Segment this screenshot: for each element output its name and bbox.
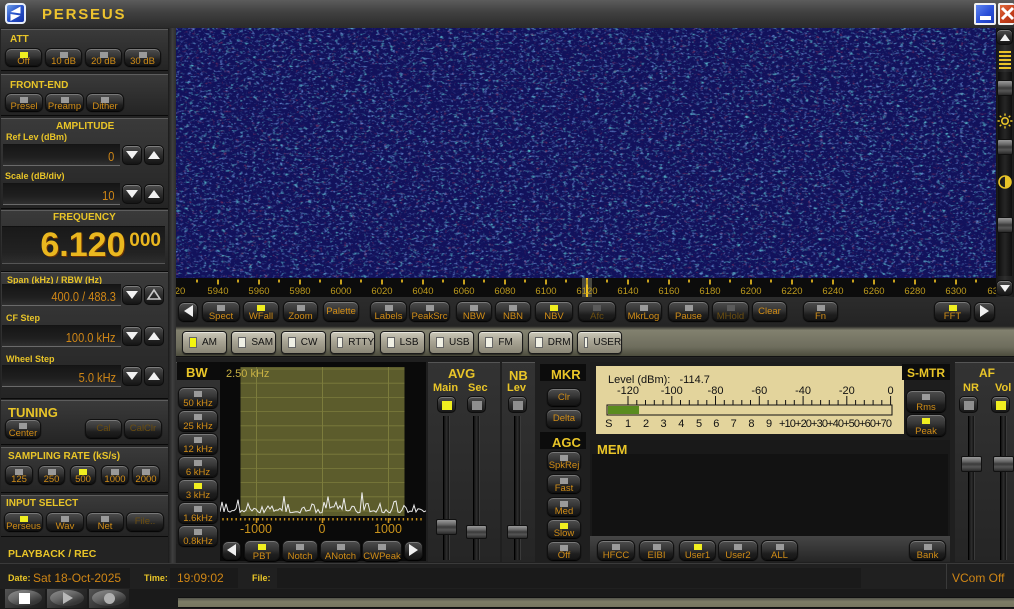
svg-text:-60: -60	[751, 385, 767, 397]
svg-text:6020: 6020	[371, 286, 392, 297]
svg-text:1000: 1000	[374, 522, 402, 536]
svg-text:-100: -100	[661, 385, 683, 397]
svg-text:6060: 6060	[453, 286, 474, 297]
svg-text:0: 0	[319, 522, 326, 536]
svg-text:6120: 6120	[576, 286, 597, 297]
svg-text:1: 1	[625, 418, 631, 430]
svg-text:5980: 5980	[289, 286, 310, 297]
svg-text:20: 20	[176, 286, 185, 297]
svg-text:5: 5	[696, 418, 702, 430]
svg-text:+10+20+30+40+50+60+70: +10+20+30+40+50+60+70	[779, 418, 892, 430]
svg-text:4: 4	[678, 418, 684, 430]
svg-text:2: 2	[643, 418, 649, 430]
svg-text:S: S	[605, 418, 612, 430]
svg-text:6260: 6260	[863, 286, 884, 297]
svg-text:2.50 kHz: 2.50 kHz	[226, 368, 269, 380]
svg-text:5960: 5960	[248, 286, 269, 297]
svg-text:6080: 6080	[494, 286, 515, 297]
svg-text:6300: 6300	[945, 286, 966, 297]
svg-text:-40: -40	[795, 385, 811, 397]
svg-text:6200: 6200	[740, 286, 761, 297]
svg-text:3: 3	[661, 418, 667, 430]
svg-text:6320: 6320	[987, 286, 996, 297]
svg-text:0: 0	[888, 385, 894, 397]
svg-text:6180: 6180	[699, 286, 720, 297]
svg-text:6040: 6040	[412, 286, 433, 297]
svg-text:6240: 6240	[822, 286, 843, 297]
svg-text:5940: 5940	[207, 286, 228, 297]
svg-text:-20: -20	[839, 385, 855, 397]
svg-text:7: 7	[731, 418, 737, 430]
svg-text:8: 8	[748, 418, 754, 430]
svg-text:6160: 6160	[658, 286, 679, 297]
svg-text:-80: -80	[708, 385, 724, 397]
svg-text:6220: 6220	[781, 286, 802, 297]
svg-text:-1000: -1000	[240, 522, 272, 536]
svg-text:6000: 6000	[330, 286, 351, 297]
svg-text:-120: -120	[617, 385, 639, 397]
svg-text:6: 6	[713, 418, 719, 430]
svg-text:6100: 6100	[535, 286, 556, 297]
svg-text:6140: 6140	[617, 286, 638, 297]
svg-text:9: 9	[766, 418, 772, 430]
svg-text:6280: 6280	[904, 286, 925, 297]
